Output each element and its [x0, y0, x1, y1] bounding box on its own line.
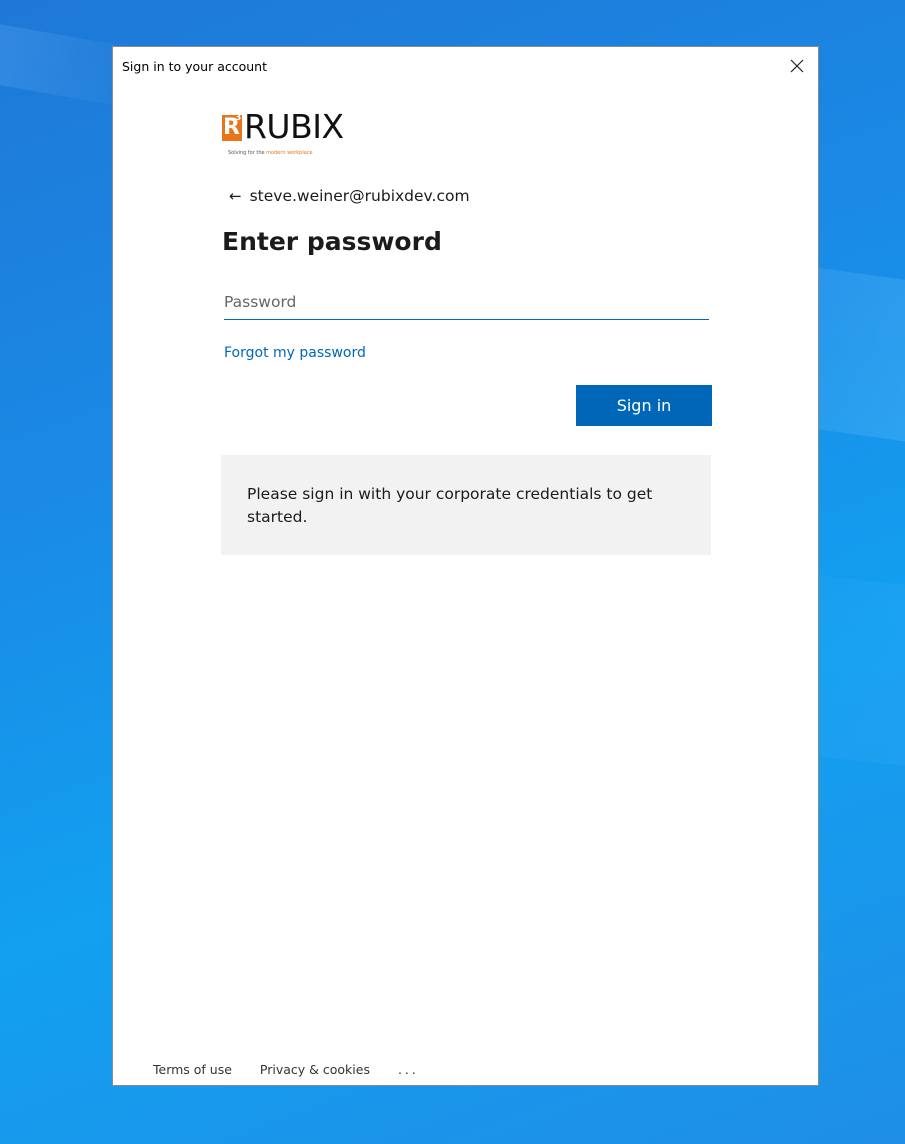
back-arrow-icon: ← — [229, 187, 242, 205]
password-input[interactable] — [224, 284, 709, 320]
sign-in-dialog: Sign in to your account R 3 RUBIX Solvin… — [112, 46, 819, 1086]
logo-mark: R 3 — [222, 113, 242, 141]
terms-of-use-link[interactable]: Terms of use — [153, 1062, 232, 1077]
close-button[interactable] — [784, 53, 810, 79]
title-bar: Sign in to your account — [113, 47, 818, 87]
account-email: steve.weiner@rubixdev.com — [249, 187, 470, 205]
window-title: Sign in to your account — [122, 59, 268, 74]
logo-tagline-prefix: Solving for the — [228, 150, 267, 156]
info-notice: Please sign in with your corporate crede… — [221, 455, 711, 555]
close-icon — [790, 59, 804, 73]
forgot-password-link[interactable]: Forgot my password — [224, 345, 366, 361]
footer: Terms of use Privacy & cookies ... — [153, 1062, 443, 1077]
back-to-account-button[interactable]: ← steve.weiner@rubixdev.com — [229, 187, 470, 205]
desktop-background: Sign in to your account R 3 RUBIX Solvin… — [0, 0, 905, 1144]
company-logo: R 3 RUBIX Solving for the modern workpla… — [222, 109, 382, 161]
logo-tagline: Solving for the modern workplace — [228, 150, 313, 156]
privacy-cookies-link[interactable]: Privacy & cookies — [260, 1062, 370, 1077]
page-title: Enter password — [222, 227, 442, 256]
logo-tagline-highlight: modern workplace — [266, 150, 313, 156]
sign-in-button[interactable]: Sign in — [576, 385, 712, 426]
logo-mark-superscript: 3 — [235, 113, 242, 123]
more-options-button[interactable]: ... — [398, 1062, 419, 1077]
logo-wordmark: RUBIX — [244, 107, 344, 146]
